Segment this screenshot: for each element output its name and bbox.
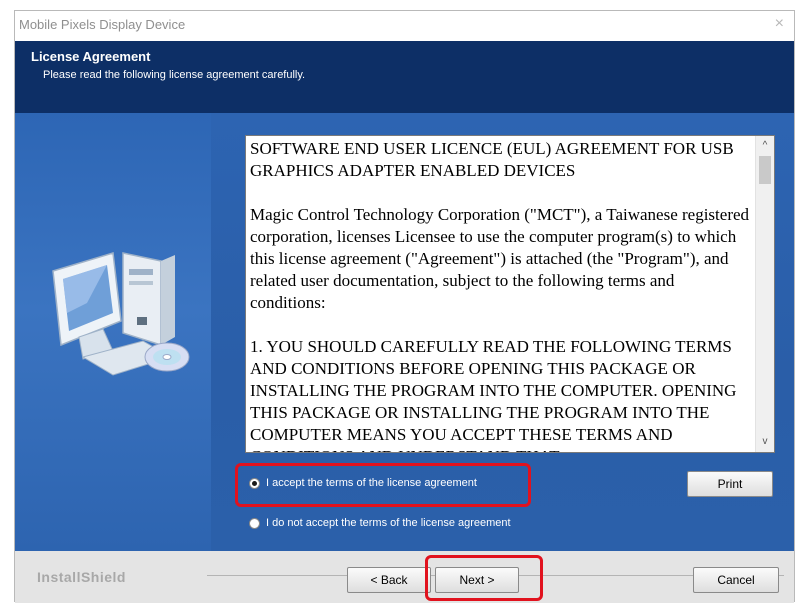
back-button[interactable]: < Back — [347, 567, 431, 593]
next-highlight — [425, 555, 543, 601]
installshield-logo: InstallShield — [37, 569, 126, 585]
scroll-down-icon[interactable]: v — [756, 434, 774, 450]
license-text: SOFTWARE END USER LICENCE (EUL) AGREEMEN… — [250, 138, 750, 452]
license-text-box[interactable]: SOFTWARE END USER LICENCE (EUL) AGREEMEN… — [245, 135, 775, 453]
decline-radio[interactable] — [249, 517, 260, 529]
license-paragraph: Magic Control Technology Corporation ("M… — [250, 205, 750, 312]
scroll-up-icon[interactable]: ^ — [756, 138, 774, 154]
license-paragraph: SOFTWARE END USER LICENCE (EUL) AGREEMEN… — [250, 139, 734, 180]
page-subtitle: Please read the following license agreem… — [43, 69, 306, 81]
print-button[interactable]: Print — [687, 471, 773, 497]
cancel-button[interactable]: Cancel — [693, 567, 779, 593]
window-title: Mobile Pixels Display Device — [19, 17, 186, 32]
decline-label[interactable]: I do not accept the terms of the license… — [266, 517, 511, 529]
license-paragraph: 1. YOU SHOULD CAREFULLY READ THE FOLLOWI… — [250, 337, 737, 452]
scroll-thumb[interactable] — [759, 156, 771, 184]
accept-highlight — [235, 463, 531, 507]
wizard-header: License Agreement Please read the follow… — [15, 41, 794, 113]
license-scrollbar[interactable]: ^ v — [755, 136, 774, 452]
title-bar: Mobile Pixels Display Device × — [15, 11, 794, 41]
installer-window: Mobile Pixels Display Device × License A… — [14, 10, 795, 603]
page-title: License Agreement — [31, 49, 151, 64]
computer-cd-icon — [52, 252, 190, 376]
decline-option[interactable]: I do not accept the terms of the license… — [249, 517, 511, 529]
wizard-body: SOFTWARE END USER LICENCE (EUL) AGREEMEN… — [15, 113, 794, 551]
close-icon[interactable]: × — [775, 15, 784, 33]
